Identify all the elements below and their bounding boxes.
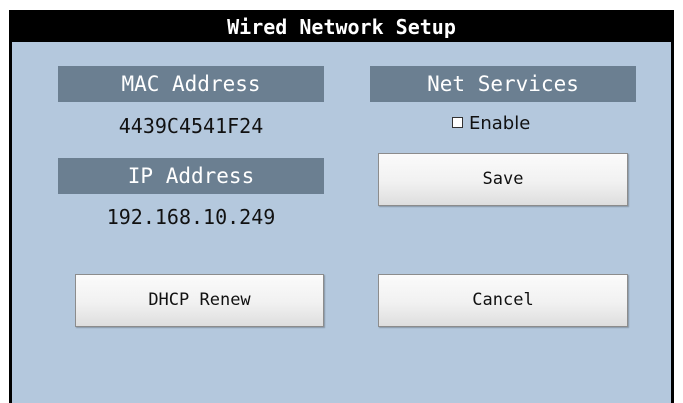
enable-checkbox[interactable]: Enable <box>452 113 530 134</box>
ip-address-header: IP Address <box>58 158 324 194</box>
window-frame: Wired Network Setup MAC Address 4439C454… <box>9 10 674 403</box>
cancel-button[interactable]: Cancel <box>378 274 628 327</box>
net-services-header: Net Services <box>370 66 636 102</box>
ip-address-value: 192.168.10.249 <box>106 205 276 229</box>
mac-address-header: MAC Address <box>58 66 324 102</box>
setup-panel: MAC Address 4439C4541F24 Net Services En… <box>12 42 671 403</box>
dhcp-renew-button[interactable]: DHCP Renew <box>75 274 324 327</box>
enable-label: Enable <box>469 113 531 134</box>
window-title: Wired Network Setup <box>227 15 456 39</box>
mac-address-value: 4439C4541F24 <box>118 114 264 138</box>
save-button[interactable]: Save <box>378 153 628 206</box>
checkbox-box[interactable] <box>452 117 463 128</box>
